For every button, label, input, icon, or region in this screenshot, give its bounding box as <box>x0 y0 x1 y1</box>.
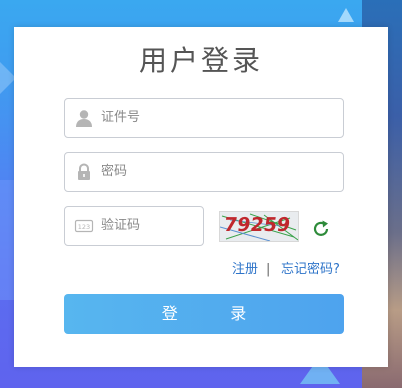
captcha-code: 79259 <box>222 214 292 236</box>
captcha-image[interactable]: 79259 <box>219 211 299 242</box>
lock-icon <box>74 162 94 182</box>
link-separator: | <box>266 262 271 277</box>
login-button[interactable]: 登 录 <box>64 294 344 334</box>
password-placeholder: 密码 <box>101 164 128 179</box>
svg-text:123: 123 <box>78 223 90 231</box>
register-link[interactable]: 注册 <box>232 262 258 277</box>
password-field[interactable]: 密码 <box>64 152 344 192</box>
captcha-field[interactable]: 123 验证码 <box>64 206 204 246</box>
captcha-placeholder: 验证码 <box>101 218 141 233</box>
user-icon <box>74 108 94 128</box>
keyboard-icon: 123 <box>74 216 94 236</box>
page-title: 用户登录 <box>138 44 263 77</box>
forgot-password-link[interactable]: 忘记密码? <box>281 262 340 277</box>
background-triangle <box>338 8 354 22</box>
id-number-field[interactable]: 证件号 <box>64 98 344 138</box>
id-number-placeholder: 证件号 <box>101 110 141 125</box>
refresh-icon[interactable] <box>310 218 332 240</box>
forgot-password-link-wrap: 忘记密码? <box>281 262 340 278</box>
register-link-wrap: 注册 <box>232 262 258 278</box>
